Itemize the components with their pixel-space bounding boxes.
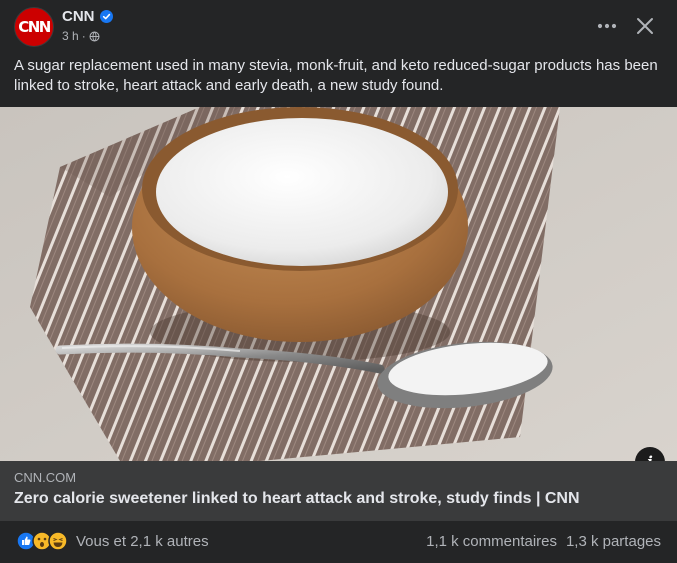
- link-domain: CNN.COM: [14, 470, 77, 485]
- page-avatar[interactable]: CNN: [14, 7, 54, 47]
- post-header: CNN CNN 3 h ·: [0, 0, 677, 52]
- more-horizontal-icon: [597, 23, 617, 29]
- sweetener-bowl-photo: [0, 107, 677, 461]
- link-preview-meta[interactable]: CNN.COM Zero calorie sweetener linked to…: [0, 461, 677, 521]
- comments-count[interactable]: 1,1 k commentaires: [426, 533, 557, 550]
- haha-reaction-icon: [48, 531, 68, 551]
- page-name[interactable]: CNN: [62, 8, 95, 25]
- meta-separator: ·: [81, 29, 86, 43]
- post-meta: 3 h ·: [62, 29, 100, 43]
- reactions-bar: Vous et 2,1 k autres 1,1 k commentaires …: [0, 521, 677, 563]
- close-icon: [637, 18, 653, 34]
- reactions-summary[interactable]: Vous et 2,1 k autres: [76, 533, 209, 550]
- reaction-icons[interactable]: [16, 531, 72, 551]
- avatar-logo-text: CNN: [18, 18, 51, 36]
- shares-count[interactable]: 1,3 k partages: [566, 533, 661, 550]
- link-title[interactable]: Zero calorie sweetener linked to heart a…: [14, 490, 580, 508]
- post-text: A sugar replacement used in many stevia,…: [14, 57, 658, 94]
- verified-badge-icon: [100, 10, 113, 23]
- close-button[interactable]: [630, 11, 660, 41]
- more-options-button[interactable]: [593, 12, 621, 40]
- globe-icon: [89, 30, 100, 42]
- link-preview-image[interactable]: [0, 107, 677, 461]
- post-timestamp[interactable]: 3 h: [62, 29, 79, 43]
